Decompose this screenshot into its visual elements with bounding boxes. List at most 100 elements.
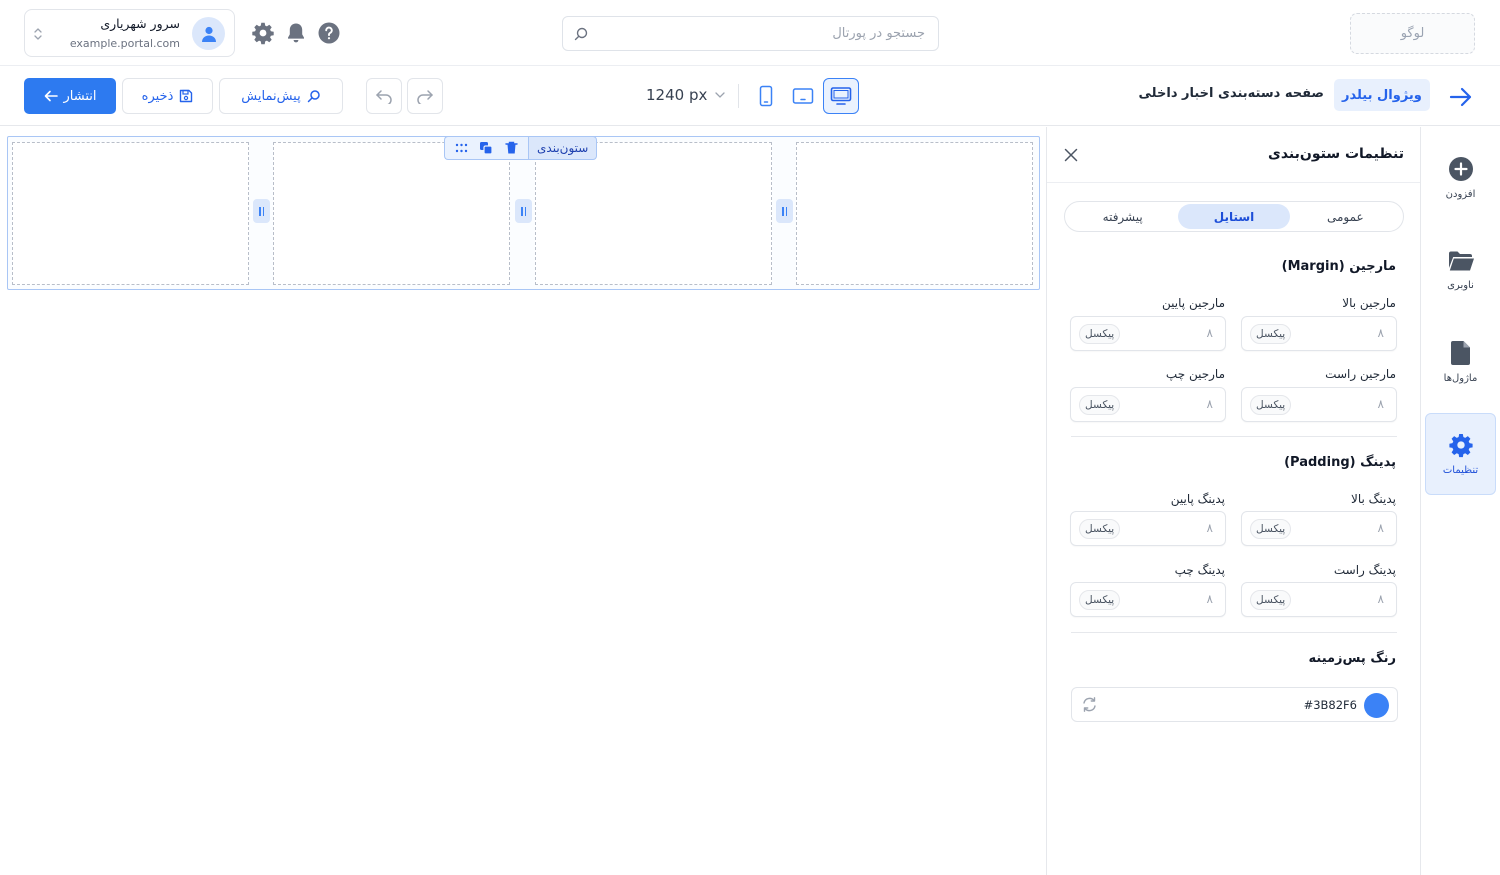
margin-bottom-label: مارجین پایین xyxy=(1162,296,1225,310)
tablet-icon xyxy=(792,88,814,104)
gear-icon xyxy=(1448,433,1473,458)
margin-right-field[interactable]: ۸ پیکسل xyxy=(1241,387,1397,422)
margin-right-value: ۸ xyxy=(1377,397,1384,411)
padding-right-value: ۸ xyxy=(1377,592,1384,606)
row-label-text: ستون‌بندی xyxy=(537,141,589,155)
rail-item-navigation[interactable]: ناوبری xyxy=(1425,229,1496,311)
arrow-left-icon xyxy=(44,90,58,102)
padding-bottom-value: ۸ xyxy=(1206,521,1213,535)
save-label: ذخیره xyxy=(141,88,174,104)
publish-label: انتشار xyxy=(63,88,97,104)
rail-item-modules[interactable]: ماژول‌ها xyxy=(1425,321,1496,403)
settings-panel: تنظیمات ستون‌بندی عمومی استایل پیشرفته م… xyxy=(1046,127,1421,875)
search-box[interactable]: جستجو در پورتال xyxy=(562,16,939,51)
tab-label: عمومی xyxy=(1326,209,1364,224)
margin-bottom-field[interactable]: ۸ پیکسل xyxy=(1070,316,1226,351)
toolbar-divider xyxy=(738,84,739,108)
builder-canvas[interactable] xyxy=(0,127,1046,875)
column-placeholder[interactable] xyxy=(796,142,1033,285)
tab-advanced[interactable]: پیشرفته xyxy=(1067,204,1178,229)
margin-bottom-value: ۸ xyxy=(1206,326,1213,340)
padding-right-field[interactable]: ۸ پیکسل xyxy=(1241,582,1397,617)
unit-badge: پیکسل xyxy=(1079,324,1121,344)
trash-icon[interactable] xyxy=(505,141,518,155)
row-block-label[interactable]: ستون‌بندی xyxy=(528,136,598,160)
chevron-updown-icon xyxy=(34,28,42,40)
column-resize-handle[interactable] xyxy=(253,199,270,223)
bell-icon[interactable] xyxy=(284,21,308,45)
rail-item-settings[interactable]: تنظیمات xyxy=(1425,413,1496,495)
tab-label: استایل xyxy=(1213,209,1255,224)
avatar xyxy=(192,17,225,50)
margin-right-label: مارجین راست xyxy=(1325,367,1396,381)
row-toolbar: ستون‌بندی xyxy=(444,136,598,160)
rail-label: تنظیمات xyxy=(1442,465,1479,476)
color-hex-value: #3B82F6 xyxy=(1303,698,1357,712)
padding-top-label: پدینگ بالا xyxy=(1351,492,1396,506)
device-tablet-button[interactable] xyxy=(785,78,821,114)
preview-button[interactable]: پیش‌نمایش xyxy=(219,78,343,114)
unit-badge: پیکسل xyxy=(1250,395,1292,415)
section-divider xyxy=(1071,436,1397,437)
search-input[interactable]: جستجو در پورتال xyxy=(832,26,925,41)
padding-bottom-field[interactable]: ۸ پیکسل xyxy=(1070,511,1226,546)
unit-badge: پیکسل xyxy=(1079,395,1121,415)
user-switcher[interactable]: سرور شهریاری example.portal.com xyxy=(24,9,235,57)
app-name-chip: ویژوال بیلدر xyxy=(1334,79,1430,111)
panel-header: تنظیمات ستون‌بندی xyxy=(1047,127,1420,183)
column-placeholder[interactable] xyxy=(273,142,510,285)
column-placeholder[interactable] xyxy=(535,142,772,285)
help-icon[interactable] xyxy=(317,21,341,45)
publish-button[interactable]: انتشار xyxy=(24,78,116,114)
arrow-right-icon[interactable] xyxy=(1448,84,1474,110)
user-portal-url: example.portal.com xyxy=(69,37,180,50)
margin-left-label: مارجین چپ xyxy=(1165,367,1225,381)
padding-top-field[interactable]: ۸ پیکسل xyxy=(1241,511,1397,546)
chevron-down-icon xyxy=(715,92,725,98)
user-icon xyxy=(201,26,216,42)
margin-left-field[interactable]: ۸ پیکسل xyxy=(1070,387,1226,422)
padding-left-field[interactable]: ۸ پیکسل xyxy=(1070,582,1226,617)
row-actions xyxy=(444,136,528,160)
gear-icon[interactable] xyxy=(251,21,275,45)
undo-button[interactable] xyxy=(366,78,402,114)
unit-badge: پیکسل xyxy=(1079,519,1121,539)
editor-toolbar: ویژوال بیلدر صفحه دسته‌بندی اخبار داخلی … xyxy=(0,66,1500,126)
padding-section-title: پدینگ (Padding) xyxy=(1284,455,1396,470)
device-desktop-button[interactable] xyxy=(823,78,859,114)
logo-placeholder[interactable]: لوگو xyxy=(1350,13,1475,54)
rail-item-add[interactable]: افزودن xyxy=(1425,137,1496,219)
duplicate-icon[interactable] xyxy=(479,141,494,155)
column-resize-handle[interactable] xyxy=(776,199,793,223)
margin-top-value: ۸ xyxy=(1377,326,1384,340)
column-placeholder[interactable] xyxy=(12,142,249,285)
tab-label: پیشرفته xyxy=(1102,209,1143,224)
save-button[interactable]: ذخیره xyxy=(122,78,213,114)
top-header: لوگو جستجو در پورتال سرور شهریاری exampl… xyxy=(0,0,1500,66)
background-section-title: رنگ پس‌زمینه xyxy=(1308,651,1397,666)
width-select[interactable]: 1240 px xyxy=(646,86,725,104)
background-color-field[interactable]: #3B82F6 xyxy=(1071,687,1398,722)
search-icon xyxy=(307,90,320,103)
tab-general[interactable]: عمومی xyxy=(1290,204,1401,229)
close-icon[interactable] xyxy=(1064,148,1078,162)
mobile-icon xyxy=(759,85,773,107)
padding-left-label: پدینگ چپ xyxy=(1174,563,1225,577)
column-resize-handle[interactable] xyxy=(515,199,532,223)
folder-icon xyxy=(1448,251,1474,271)
color-swatch[interactable] xyxy=(1364,693,1389,718)
device-mobile-button[interactable] xyxy=(748,78,784,114)
redo-icon xyxy=(417,90,433,104)
panel-tabs: عمومی استایل پیشرفته xyxy=(1064,201,1404,232)
margin-top-label: مارجین بالا xyxy=(1342,296,1396,310)
drag-handle-icon[interactable] xyxy=(455,143,468,153)
desktop-icon xyxy=(830,87,852,105)
plus-circle-icon xyxy=(1448,157,1473,181)
rail-label: ماژول‌ها xyxy=(1443,373,1478,384)
refresh-icon[interactable] xyxy=(1081,696,1098,713)
page-title: صفحه دسته‌بندی اخبار داخلی xyxy=(1138,86,1324,101)
margin-section-title: مارجین (Margin) xyxy=(1281,259,1396,274)
margin-top-field[interactable]: ۸ پیکسل xyxy=(1241,316,1397,351)
redo-button[interactable] xyxy=(407,78,443,114)
tab-style[interactable]: استایل xyxy=(1178,204,1290,229)
